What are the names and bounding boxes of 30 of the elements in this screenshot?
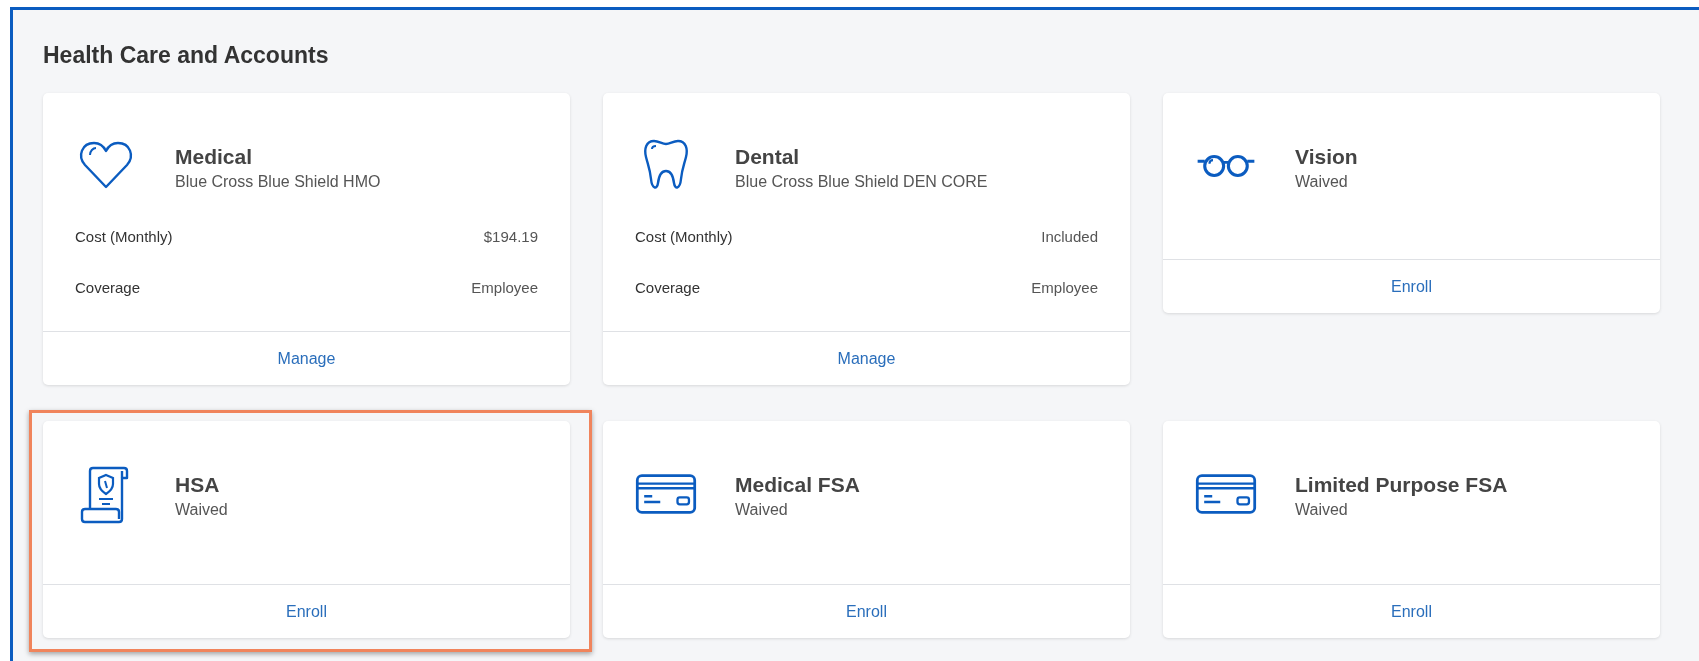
detail-value: Included [1041,228,1098,245]
section-title: Health Care and Accounts [43,42,330,69]
plan-name: Waived [735,501,789,519]
action-link[interactable]: Enroll [1387,600,1436,623]
benefit-name: Vision [1295,145,1358,169]
credit-card-icon [635,473,697,515]
plan-name: Blue Cross Blue Shield HMO [175,173,381,191]
detail-label: Cost (Monthly) [75,228,173,245]
benefit-name: Medical FSA [735,473,860,497]
credit-card-icon [1195,473,1257,515]
detail-label: Coverage [635,279,701,296]
action-link[interactable]: Enroll [1387,275,1436,298]
benefit-name: Medical [175,145,254,169]
detail-value: $194.19 [483,228,538,245]
detail-value: Employee [1031,279,1098,296]
action-link[interactable]: Manage [833,347,900,370]
glasses-icon [1195,153,1257,179]
detail-label: Coverage [75,279,141,296]
detail-value: Employee [471,279,538,296]
action-link[interactable]: Enroll [282,600,331,623]
benefit-name: HSA [175,473,221,497]
action-link[interactable]: Enroll [842,600,891,623]
plan-name: Blue Cross Blue Shield DEN CORE [735,173,988,191]
benefit-name: Limited Purpose FSA [1295,473,1508,497]
benefit-name: Dental [735,145,801,169]
detail-label: Cost (Monthly) [635,228,733,245]
plan-name: Waived [1295,501,1349,519]
action-link[interactable]: Manage [273,347,340,370]
plan-name: Waived [175,501,228,519]
plan-name: Waived [1295,173,1349,191]
